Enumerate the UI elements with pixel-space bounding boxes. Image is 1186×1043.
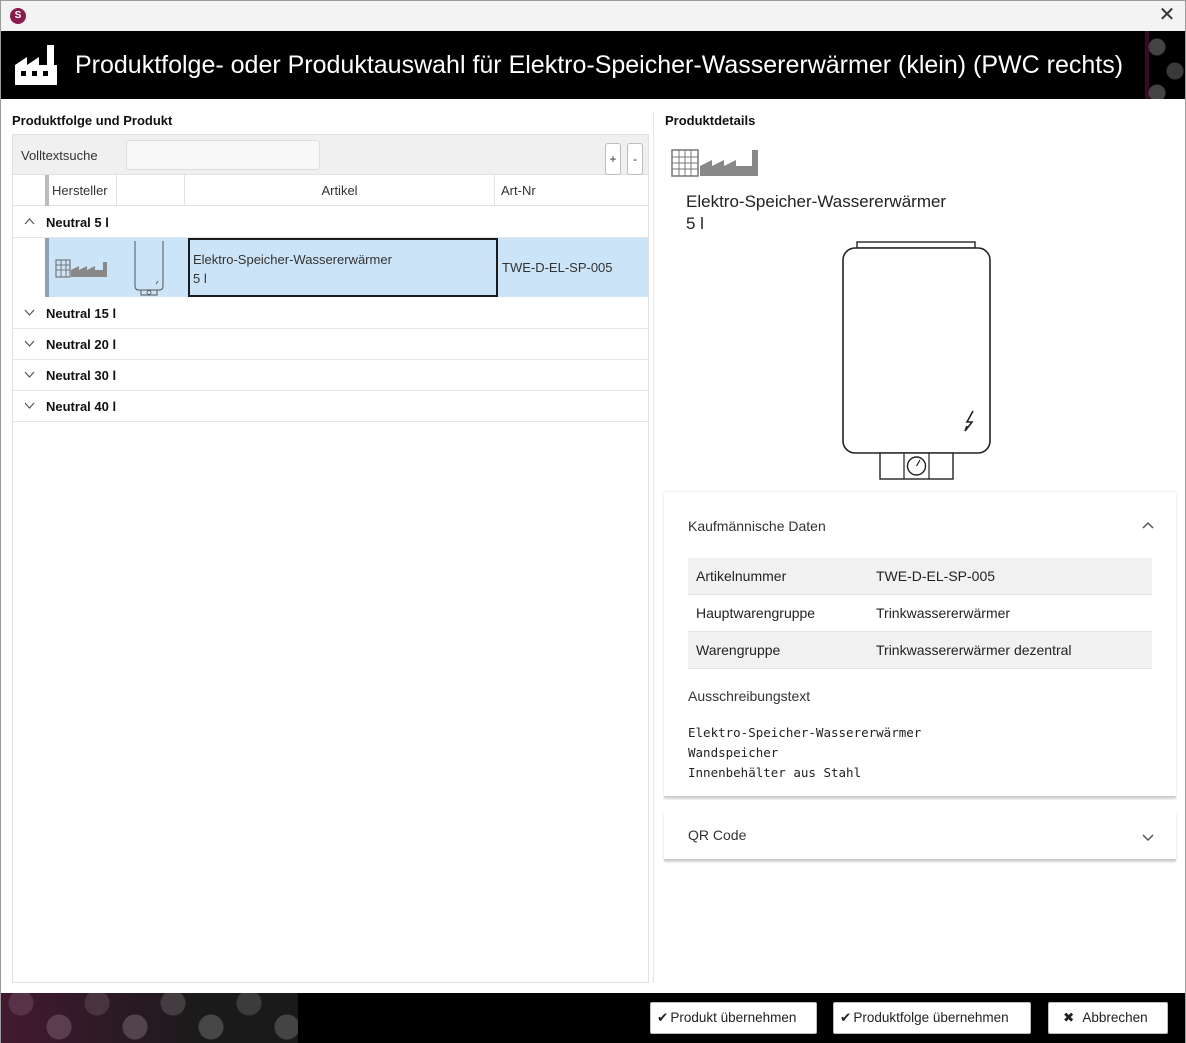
close-button[interactable]: ✕ [1155, 4, 1179, 28]
product-tree-panel: Volltextsuche + - Hersteller Artikel Art… [12, 134, 649, 983]
button-label: Produkt übernehmen [670, 1010, 797, 1025]
kv-value: Trinkwassererwärmer [876, 605, 1011, 621]
column-hersteller[interactable]: Hersteller [45, 175, 116, 206]
kv-key: Hauptwarengruppe [696, 605, 816, 621]
search-input[interactable] [126, 140, 320, 170]
app-logo-icon: S [10, 8, 26, 24]
title-bar: S ✕ [1, 1, 1185, 31]
column-artikel[interactable]: Artikel [184, 175, 494, 206]
group-row-neutral-20[interactable]: Neutral 20 l [13, 329, 648, 360]
article-cell[interactable]: Elektro-Speicher-Wassererwärmer 5 l [188, 238, 498, 297]
group-label: Neutral 40 l [46, 399, 117, 414]
factory-icon [15, 45, 57, 85]
button-label: Produktfolge übernehmen [853, 1010, 1009, 1025]
group-label: Neutral 20 l [46, 337, 117, 352]
chevron-up-icon[interactable] [1142, 521, 1154, 529]
chevron-down-icon[interactable] [24, 400, 35, 410]
art-nr-cell: TWE-D-EL-SP-005 [502, 260, 613, 275]
group-row-neutral-40[interactable]: Neutral 40 l [13, 391, 648, 422]
spec-text-label: Ausschreibungstext [688, 688, 811, 704]
hexagon-decoration [1145, 31, 1185, 99]
kv-row-warengruppe: Warengruppe Trinkwassererwärmer dezentra… [688, 632, 1152, 669]
left-section-title: Produktfolge und Produkt [12, 113, 173, 128]
dialog-footer: ✔ Produkt übernehmen ✔ Produktfolge überne… [1, 993, 1185, 1043]
product-name: Elektro-Speicher-Wassererwärmer 5 l [686, 191, 946, 235]
qr-code-title[interactable]: QR Code [688, 827, 746, 843]
kv-key: Artikelnummer [696, 568, 787, 584]
take-series-button[interactable]: ✔ Produktfolge übernehmen [833, 1002, 1031, 1034]
right-section-title: Produktdetails [665, 113, 756, 128]
water-heater-illustration [842, 241, 991, 480]
article-volume: 5 l [193, 271, 207, 286]
kv-key: Warengruppe [696, 642, 781, 658]
table-row[interactable]: Elektro-Speicher-Wassererwärmer 5 l TWE-… [45, 238, 648, 297]
column-image[interactable] [116, 175, 184, 206]
group-row-neutral-5[interactable]: Neutral 5 l [13, 207, 648, 238]
checkmark-icon: ✔ [657, 1010, 669, 1025]
group-label: Neutral 30 l [46, 368, 117, 383]
product-thumbnail-icon [134, 241, 164, 296]
manufacturer-logo-icon [55, 259, 107, 278]
column-art-nr[interactable]: Art-Nr [494, 175, 648, 206]
close-icon: ✖ [1063, 1010, 1075, 1025]
product-name-line: Elektro-Speicher-Wassererwärmer [686, 192, 947, 211]
cancel-button[interactable]: ✖ Abbrechen [1048, 1002, 1168, 1034]
chevron-down-icon[interactable] [24, 307, 35, 317]
take-product-button[interactable]: ✔ Produkt übernehmen [650, 1002, 817, 1034]
search-label: Volltextsuche [21, 148, 98, 163]
dialog-window: S ✕ Produktfolge- oder Produktauswahl fü… [0, 0, 1186, 1043]
chevron-down-icon[interactable] [24, 338, 35, 348]
kv-value: Trinkwassererwärmer dezentral [876, 642, 1072, 658]
dialog-header: Produktfolge- oder Produktauswahl für El… [1, 31, 1185, 99]
grid-header: Hersteller Artikel Art-Nr [13, 175, 648, 206]
chevron-up-icon[interactable] [24, 216, 35, 226]
group-label: Neutral 5 l [46, 215, 109, 230]
article-name: Elektro-Speicher-Wassererwärmer [193, 252, 392, 267]
qr-code-card[interactable]: QR Code [664, 811, 1176, 860]
kv-row-hauptwarengruppe: Hauptwarengruppe Trinkwassererwärmer [688, 595, 1152, 632]
manufacturer-logo-icon [671, 149, 758, 177]
group-row-neutral-30[interactable]: Neutral 30 l [13, 360, 648, 391]
kv-row-artikelnummer: Artikelnummer TWE-D-EL-SP-005 [688, 558, 1152, 595]
search-bar: Volltextsuche + - [13, 135, 648, 175]
hexagon-decoration [1, 993, 298, 1043]
group-label: Neutral 15 l [46, 306, 117, 321]
button-label: Abbrechen [1082, 1010, 1148, 1025]
checkmark-icon: ✔ [840, 1010, 852, 1025]
collapse-all-button[interactable]: - [627, 143, 643, 175]
commercial-data-card: Kaufmännische Daten Artikelnummer TWE-D-… [664, 491, 1176, 797]
commercial-data-title[interactable]: Kaufmännische Daten [688, 518, 826, 534]
product-volume: 5 l [686, 214, 704, 233]
expand-all-button[interactable]: + [605, 143, 621, 175]
kv-value: TWE-D-EL-SP-005 [876, 568, 996, 584]
group-row-neutral-15[interactable]: Neutral 15 l [13, 298, 648, 329]
spec-text: Elektro-Speicher-Wassererwärmer Wandspei… [688, 725, 922, 780]
dialog-title: Produktfolge- oder Produktauswahl für El… [75, 51, 1124, 79]
chevron-down-icon[interactable] [1142, 834, 1154, 842]
chevron-down-icon[interactable] [24, 369, 35, 379]
